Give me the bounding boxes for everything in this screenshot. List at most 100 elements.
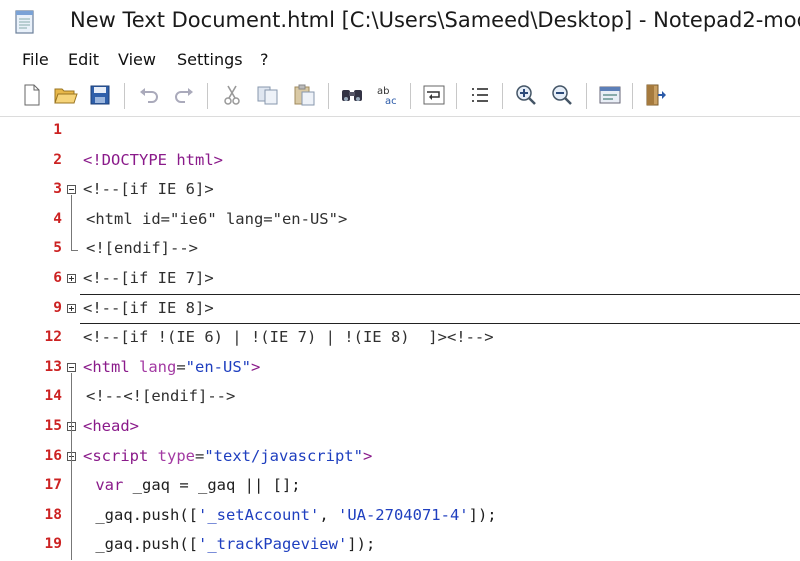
code-line[interactable]: 3 <!--[if IE 6]>	[0, 176, 800, 206]
code-line[interactable]: 17 var _gaq = _gaq || [];	[0, 472, 800, 502]
code-token: <!DOCTYPE html>	[83, 150, 223, 169]
code-token: '_setAccount'	[197, 505, 320, 524]
code-text: <html id="ie6" lang="en-US">	[86, 210, 347, 228]
zoom-out-icon[interactable]	[548, 81, 576, 109]
paste-icon[interactable]	[290, 81, 318, 109]
scheme-icon[interactable]	[596, 81, 624, 109]
code-line[interactable]: 4 <html id="ie6" lang="en-US">	[0, 206, 800, 236]
line-number: 6	[53, 270, 62, 286]
code-token: lang	[139, 357, 177, 376]
line-number: 14	[44, 388, 62, 405]
menu-edit[interactable]: Edit	[68, 50, 99, 69]
code-text: <!--[if IE 8]>	[83, 299, 214, 317]
view-whitespace-icon[interactable]	[466, 81, 494, 109]
code-text: <!--<![endif]-->	[86, 387, 235, 405]
editor-area[interactable]: 1 2 <!DOCTYPE html> 3 <!--[if IE 6]> 4 <html i…	[0, 116, 800, 561]
copy-icon[interactable]	[254, 81, 282, 109]
redo-icon[interactable]	[170, 81, 198, 109]
line-number: 19	[44, 536, 62, 553]
code-text: _gaq.push(['_trackPageview']);	[86, 535, 375, 553]
code-token: <!--[if !(IE 6) | !(IE 7) | !(IE 8) ]><!…	[83, 328, 494, 347]
window-title: New Text Document.html [C:\Users\Sameed\…	[70, 8, 800, 32]
code-token: _gaq.push([	[86, 535, 198, 554]
code-line[interactable]: 13 <html lang="en-US">	[0, 354, 800, 384]
code-text: _gaq.push(['_setAccount', 'UA-2704071-4'…	[86, 505, 497, 524]
fold-expand-icon[interactable]	[67, 303, 76, 313]
title-bar: New Text Document.html [C:\Users\Sameed\…	[0, 0, 800, 44]
code-line[interactable]: 2 <!DOCTYPE html>	[0, 147, 800, 177]
line-number: 1	[53, 122, 62, 138]
fold-collapse-icon[interactable]	[67, 185, 76, 195]
code-text: <!--[if IE 7]>	[83, 269, 214, 287]
fold-expand-icon[interactable]	[67, 274, 76, 283]
code-token: ]);	[468, 505, 497, 524]
code-text: <![endif]-->	[86, 239, 198, 257]
line-number: 2	[53, 151, 62, 168]
toolbar: ab ac	[0, 76, 800, 116]
code-line[interactable]: 6 <!--[if IE 7]>	[0, 265, 800, 295]
line-number: 3	[53, 181, 62, 198]
line-number: 17	[44, 477, 62, 494]
code-token: <!--[if IE 8]>	[83, 298, 214, 317]
undo-icon[interactable]	[135, 81, 163, 109]
code-line[interactable]: 14 <!--<![endif]-->	[0, 383, 800, 413]
svg-text:ac: ac	[385, 96, 397, 106]
zoom-in-icon[interactable]	[512, 81, 540, 109]
menu-view[interactable]: View	[118, 50, 156, 69]
code-token: >	[362, 446, 373, 465]
fold-guide	[71, 372, 72, 561]
line-number: 16	[44, 447, 62, 464]
code-token: <html id="ie6" lang="en-US">	[86, 209, 348, 228]
fold-collapse-icon[interactable]	[67, 362, 76, 372]
code-text: <html lang="en-US">	[83, 358, 260, 376]
find-icon[interactable]	[338, 81, 366, 109]
open-folder-icon[interactable]	[52, 81, 80, 109]
word-wrap-icon[interactable]	[420, 81, 448, 109]
code-token: <!--<![endif]-->	[86, 387, 236, 406]
code-token: ]);	[347, 535, 376, 554]
code-line[interactable]: 9 <!--[if IE 8]>	[0, 295, 800, 325]
code-token: <script	[83, 446, 158, 465]
menu-settings[interactable]: Settings	[177, 50, 243, 69]
code-line[interactable]: 12 <!--[if !(IE 6) | !(IE 7) | !(IE 8) ]>…	[0, 324, 800, 354]
code-text: <head>	[83, 417, 139, 435]
code-token: ,	[319, 505, 338, 524]
line-number: 9	[53, 299, 62, 316]
replace-icon[interactable]: ab ac	[374, 81, 402, 109]
cut-icon[interactable]	[218, 81, 246, 109]
code-text: var _gaq = _gaq || [];	[86, 476, 301, 495]
code-token: <![endif]-->	[86, 239, 198, 258]
line-number: 13	[44, 358, 62, 375]
code-line[interactable]: 1	[0, 117, 800, 147]
code-token: =	[176, 357, 186, 376]
fold-guide-end	[71, 250, 78, 252]
code-token: <!--[if IE 6]>	[83, 180, 214, 199]
code-token: type	[157, 446, 195, 465]
code-token: _gaq.push([	[86, 505, 198, 524]
exit-icon[interactable]	[642, 81, 670, 109]
code-token: _gaq = _gaq || [];	[123, 476, 301, 495]
code-line[interactable]: 16 <script type="text/javascript">	[0, 443, 800, 473]
code-token: >	[251, 357, 261, 376]
menu-bar: File Edit View Settings ?	[0, 46, 800, 74]
save-icon[interactable]	[86, 81, 114, 109]
code-token: '_trackPageview'	[197, 535, 348, 554]
code-token: <html	[83, 357, 139, 376]
code-token: "en-US"	[185, 357, 251, 376]
code-token: var	[86, 476, 124, 495]
menu-file[interactable]: File	[22, 50, 49, 69]
line-number: 18	[44, 506, 62, 523]
code-token: <!--[if IE 7]>	[83, 269, 214, 287]
code-text: <!DOCTYPE html>	[83, 151, 223, 169]
code-line[interactable]: 5 <![endif]-->	[0, 235, 800, 265]
code-line[interactable]: 18 _gaq.push(['_setAccount', 'UA-2704071…	[0, 502, 800, 532]
code-line[interactable]: 15 <head>	[0, 413, 800, 443]
code-token: "text/javascript"	[204, 446, 363, 465]
menu-help[interactable]: ?	[260, 50, 269, 69]
code-line[interactable]: 19 _gaq.push(['_trackPageview']);	[0, 531, 800, 561]
new-file-icon[interactable]	[18, 81, 46, 109]
code-text: <!--[if !(IE 6) | !(IE 7) | !(IE 8) ]><!…	[83, 328, 494, 346]
line-number: 15	[44, 418, 62, 434]
fold-guide	[71, 195, 72, 251]
code-text: <script type="text/javascript">	[83, 447, 372, 465]
